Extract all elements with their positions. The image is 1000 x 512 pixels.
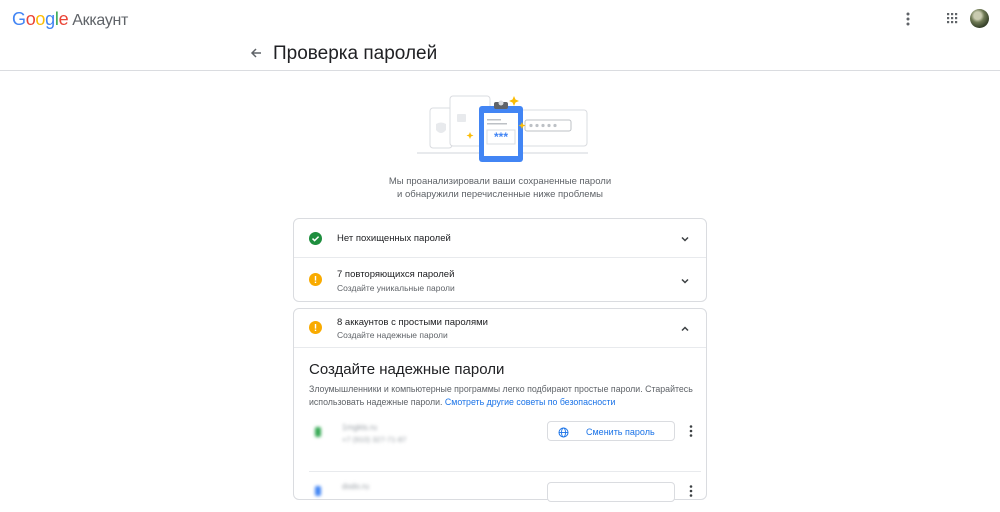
google-account-logo[interactable]: Google Аккаунт [12,9,128,30]
password-checkup-illustration: *** [415,94,590,166]
account-row: 1mgkts.ru +7 (910) 327-71-87 Сменить пар… [309,419,701,459]
logo-product-name: Аккаунт [72,12,129,29]
check-title: 7 повторяющихся паролей [337,269,455,280]
change-password-button[interactable] [547,482,675,502]
site-favicon-icon [315,427,321,437]
check-title: 8 аккаунтов с простыми паролями [337,317,488,328]
chevron-down-icon[interactable] [679,274,691,286]
account-site: dodo.ru [342,482,370,491]
section-description: Злоумышленники и компьютерные программы … [309,383,699,409]
page-header: Проверка паролей [0,38,1000,71]
check-circle-icon [309,232,322,245]
check-subtitle: Создайте надежные пароли [337,330,448,340]
warning-icon [309,321,322,334]
intro-line: Мы проанализировали ваши сохраненные пар… [388,176,612,187]
site-favicon-icon [315,486,321,496]
more-vert-icon[interactable] [687,484,695,498]
intro-text: Мы проанализировали ваши сохраненные пар… [300,175,700,201]
checks-card: Нет похищенных паролей 7 повторяющихся п… [293,218,707,302]
change-password-label: Сменить пароль [586,427,655,437]
top-bar: Google Аккаунт [0,0,1000,38]
more-vert-icon[interactable] [687,424,695,438]
chevron-down-icon[interactable] [679,232,691,244]
change-password-button[interactable]: Сменить пароль [547,421,675,441]
logo-letter: e [58,9,69,29]
intro-line: и обнаружили перечисленные ниже проблемы [397,189,603,200]
logo-letter: g [45,9,55,29]
account-avatar[interactable] [970,9,989,28]
apps-grid-icon[interactable] [944,10,960,26]
weak-passwords-card: 8 аккаунтов с простыми паролями Создайте… [293,308,707,502]
logo-letter: G [12,9,26,29]
account-site: 1mgkts.ru [342,423,378,432]
arrow-back-icon[interactable] [248,45,264,61]
check-title: Нет похищенных паролей [337,233,451,244]
warning-icon [309,273,322,286]
chevron-up-icon[interactable] [679,322,691,334]
illustration-password-mask: *** [494,130,508,144]
check-subtitle: Создайте уникальные пароли [337,283,455,293]
check-row-weak[interactable]: 8 аккаунтов с простыми паролями Создайте… [294,309,706,348]
account-username: +7 (910) 327-71-87 [342,435,407,444]
section-title: Создайте надежные пароли [309,361,505,378]
security-tips-link[interactable]: Смотреть другие советы по безопасности [445,397,616,407]
check-row-reused[interactable]: 7 повторяющихся паролей Создайте уникаль… [294,258,706,301]
page-title: Проверка паролей [273,43,438,64]
account-row: dodo.ru [309,471,701,512]
check-row-compromised[interactable]: Нет похищенных паролей [294,219,706,258]
logo-letter: o [35,9,46,29]
more-vert-icon[interactable] [900,10,916,28]
globe-icon [558,426,569,441]
logo-letter: o [25,9,36,29]
